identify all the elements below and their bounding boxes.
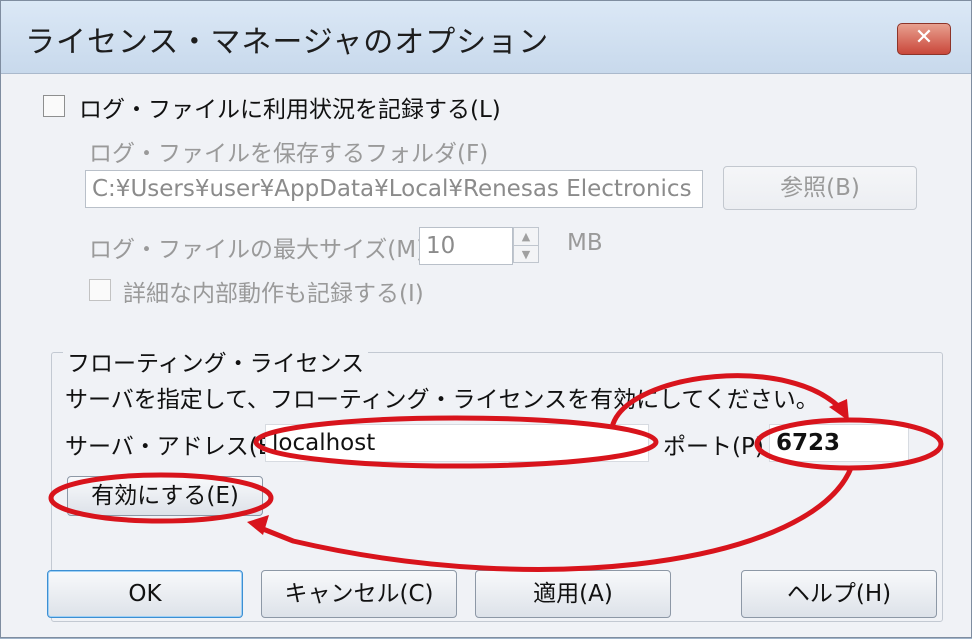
annotation-overlay <box>48 373 944 572</box>
arrow-server-to-port <box>610 373 846 427</box>
server-address-highlight <box>253 415 659 469</box>
arrow-port-to-enable <box>260 465 854 572</box>
license-options-dialog: ライセンス・マネージャのオプション ✕ ログ・ファイルに利用状況を記録する(L)… <box>0 0 972 638</box>
enable-button-highlight <box>48 472 274 524</box>
port-highlight <box>754 417 944 471</box>
